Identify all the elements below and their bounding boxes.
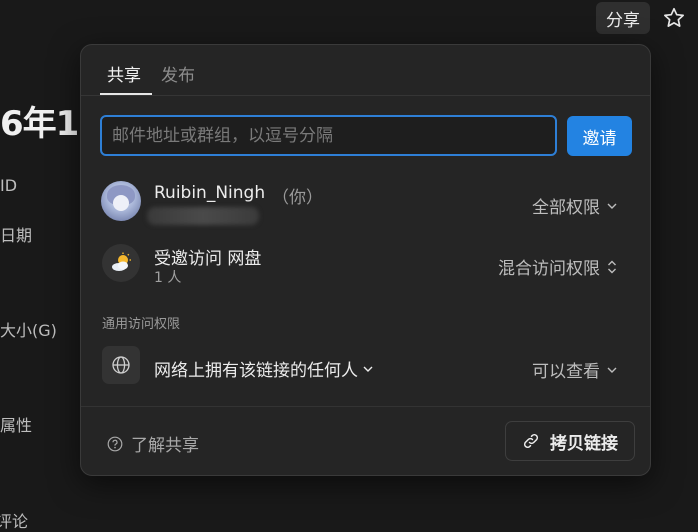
guest-permission-dropdown[interactable]: 混合访问权限 (498, 254, 618, 279)
property-attr: 属性 (0, 416, 33, 435)
avatar (101, 181, 141, 221)
member-you-label: （你） (272, 188, 323, 208)
learn-sharing-label: 了解共享 (131, 436, 199, 456)
star-icon[interactable] (662, 6, 686, 30)
general-permission-dropdown[interactable]: 可以查看 (532, 357, 618, 382)
help-icon (107, 436, 123, 451)
tab-publish[interactable]: 发布 (161, 61, 195, 86)
guest-group-name: 受邀访问 网盘 (154, 249, 262, 269)
learn-sharing-link[interactable]: 了解共享 (107, 431, 199, 456)
property-date: 日期 (0, 226, 33, 245)
member-email-blurred (147, 207, 259, 225)
property-comments: 评论 (0, 512, 29, 531)
active-tab-indicator (100, 93, 152, 95)
tab-share[interactable]: 共享 (107, 61, 141, 86)
property-id: ID (0, 176, 18, 195)
invite-button[interactable]: 邀请 (567, 116, 632, 156)
general-access-heading: 通用访问权限 (102, 317, 181, 332)
member-name: Ruibin_Ningh (154, 183, 266, 203)
permission-label: 混合访问权限 (498, 259, 600, 279)
globe-icon (102, 346, 140, 384)
chevron-down-icon (607, 367, 617, 373)
copy-link-button[interactable]: 拷贝链接 (505, 421, 635, 461)
property-size: 大小(G) (0, 321, 57, 340)
chevron-down-icon (607, 203, 617, 209)
page-title-fragment: 6年1. (0, 104, 91, 144)
share-button[interactable]: 分享 (596, 2, 650, 34)
weather-emoji-icon (102, 244, 140, 282)
general-access-dropdown[interactable]: 网络上拥有该链接的任何人 (154, 356, 374, 381)
permission-label: 全部权限 (532, 198, 600, 218)
chevron-updown-icon (608, 260, 616, 273)
popover-tabs: 共享 发布 (81, 45, 650, 96)
share-popover: 共享 发布 邀请 Ruibin_Ningh （你） 全部权限 受邀访问 网盘 1… (80, 44, 651, 476)
general-access-label: 网络上拥有该链接的任何人 (154, 361, 358, 381)
guest-count: 1 人 (154, 270, 182, 286)
member-permission-dropdown[interactable]: 全部权限 (532, 193, 618, 218)
link-icon (523, 433, 539, 449)
footer-divider (81, 406, 650, 407)
chevron-down-icon (363, 366, 373, 372)
invite-email-input[interactable] (100, 115, 557, 156)
permission-label: 可以查看 (532, 362, 600, 382)
copy-link-label: 拷贝链接 (550, 433, 618, 454)
